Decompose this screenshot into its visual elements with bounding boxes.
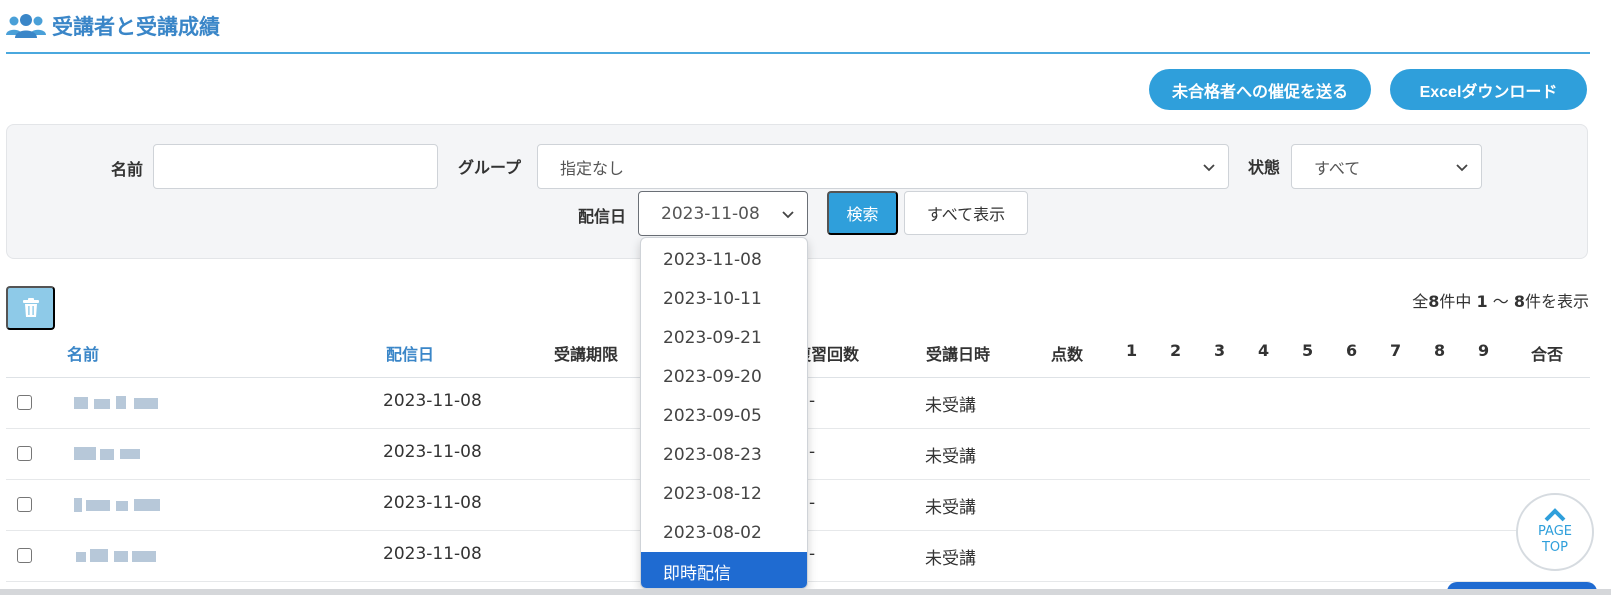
column-header-delivery-date[interactable]: 配信日 [386, 341, 434, 365]
row-review-count: - [809, 442, 816, 462]
column-header-score: 点数 [1051, 345, 1084, 364]
row-delivery-date: 2023-11-08 [383, 442, 482, 462]
column-header-name[interactable]: 名前 [67, 341, 99, 365]
trash-icon [22, 298, 39, 317]
row-checkbox[interactable] [17, 395, 32, 410]
dropdown-option[interactable]: 2023-08-02 [641, 513, 807, 552]
column-header-pass-fail: 合否 [1531, 345, 1564, 364]
column-header-q9: 9 [1478, 341, 1490, 360]
date-filter-value: 2023-11-08 [661, 203, 760, 224]
column-header-attended-at: 受講日時 [926, 345, 991, 364]
status-filter-label: 状態 [1248, 158, 1281, 177]
chevron-down-icon [1456, 164, 1468, 172]
dropdown-option-highlighted[interactable]: 即時配信 [641, 552, 807, 588]
search-button[interactable]: 検索 [827, 191, 898, 235]
row-review-count: - [809, 544, 816, 564]
row-attended-status: 未受講 [925, 396, 976, 416]
row-attended-status: 未受講 [925, 549, 976, 569]
column-header-q6: 6 [1346, 341, 1358, 360]
page-top-button[interactable]: PAGE TOP [1516, 493, 1594, 571]
column-header-deadline: 受講期限 [554, 345, 619, 364]
show-all-button[interactable]: すべて表示 [904, 191, 1028, 235]
group-filter-value: 指定なし [560, 158, 625, 178]
header-divider [6, 52, 1590, 54]
page-top-label-1: PAGE [1538, 524, 1572, 539]
dropdown-option[interactable]: 2023-09-05 [641, 396, 807, 435]
blurred-name [68, 441, 228, 467]
dropdown-option[interactable]: 2023-10-11 [641, 279, 807, 318]
row-checkbox[interactable] [17, 548, 32, 563]
row-review-count: - [809, 391, 816, 411]
page-top-label-2: TOP [1541, 540, 1568, 555]
blurred-name [68, 492, 228, 518]
delivery-date-dropdown: 2023-11-08 2023-10-11 2023-09-21 2023-09… [640, 237, 808, 589]
chevron-up-icon [1544, 508, 1566, 522]
row-review-count: - [809, 493, 816, 513]
page-header: 受講者と受講成績 [6, 6, 220, 46]
excel-download-button[interactable]: Excelダウンロード [1390, 69, 1587, 110]
row-delivery-date: 2023-11-08 [383, 544, 482, 564]
dropdown-option[interactable]: 2023-09-21 [641, 318, 807, 357]
column-header-q1: 1 [1126, 341, 1138, 360]
chevron-down-icon [782, 211, 794, 219]
date-filter-label: 配信日 [578, 207, 627, 226]
dropdown-option[interactable]: 2023-09-20 [641, 357, 807, 396]
column-header-q2: 2 [1170, 341, 1182, 360]
page-title: 受講者と受講成績 [52, 15, 220, 39]
group-filter-select[interactable]: 指定なし [537, 144, 1229, 189]
row-attended-status: 未受講 [925, 447, 976, 467]
name-filter-input[interactable] [153, 144, 438, 189]
column-header-q7: 7 [1390, 341, 1402, 360]
row-delivery-date: 2023-11-08 [383, 493, 482, 513]
dropdown-option[interactable]: 2023-08-12 [641, 474, 807, 513]
column-header-q5: 5 [1302, 341, 1314, 360]
column-header-q4: 4 [1258, 341, 1270, 360]
delete-button[interactable] [6, 286, 55, 330]
result-count: 全8件中 1 〜 8件を表示 [1412, 292, 1589, 311]
dropdown-option[interactable]: 2023-11-08 [641, 240, 807, 279]
dropdown-option[interactable]: 2023-08-23 [641, 435, 807, 474]
column-header-q8: 8 [1434, 341, 1446, 360]
window-bottom-edge [0, 589, 1611, 595]
row-checkbox[interactable] [17, 497, 32, 512]
status-filter-value: すべて [1314, 158, 1361, 178]
chevron-down-icon [1203, 164, 1215, 172]
row-checkbox[interactable] [17, 446, 32, 461]
send-reminder-button[interactable]: 未合格者への催促を送る [1149, 69, 1371, 110]
date-filter-select[interactable]: 2023-11-08 [638, 191, 808, 236]
group-filter-label: グループ [458, 158, 522, 177]
row-delivery-date: 2023-11-08 [383, 391, 482, 411]
name-filter-label: 名前 [111, 160, 144, 179]
blurred-name [68, 390, 228, 416]
blurred-name [68, 543, 228, 569]
column-header-q3: 3 [1214, 341, 1226, 360]
users-icon [6, 14, 46, 38]
status-filter-select[interactable]: すべて [1291, 144, 1482, 189]
row-attended-status: 未受講 [925, 498, 976, 518]
